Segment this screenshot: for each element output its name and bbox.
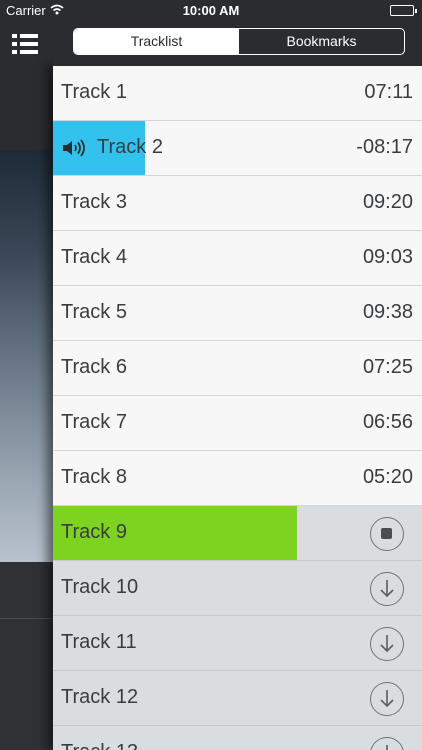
stop-download-icon[interactable] — [370, 517, 404, 551]
track-row[interactable]: Track 13 — [53, 726, 422, 750]
track-duration: 06:56 — [362, 411, 413, 433]
track-name: Track 11 — [61, 631, 137, 653]
download-icon[interactable] — [370, 572, 404, 606]
view-switcher: Tracklist Bookmarks — [73, 28, 405, 55]
track-row[interactable]: Track 12 — [53, 671, 422, 726]
track-row[interactable]: Track 5 09:38 — [53, 286, 422, 341]
track-row[interactable]: Track 2 -08:17 — [53, 121, 422, 176]
track-name: Track 10 — [61, 576, 139, 598]
speaker-icon — [61, 138, 89, 164]
track-name: Track 6 — [61, 356, 127, 378]
album-artwork — [0, 150, 53, 562]
track-name: Track 5 — [61, 301, 127, 323]
track-duration: 05:20 — [362, 466, 413, 488]
track-name: Track 3 — [61, 191, 127, 213]
track-row[interactable]: Track 4 09:03 — [53, 231, 422, 286]
battery-icon — [390, 5, 417, 16]
track-duration: 09:03 — [362, 246, 413, 268]
track-row[interactable]: Track 10 — [53, 561, 422, 616]
track-row[interactable]: Track 7 06:56 — [53, 396, 422, 451]
track-name: Track 12 — [61, 686, 139, 708]
track-name: Track 2 — [97, 136, 163, 158]
player-view-edge[interactable] — [0, 0, 53, 750]
track-list[interactable]: Track 1 07:11 Track 2 -08:17 Track 3 09:20 Tra… — [53, 66, 422, 750]
track-name: Track 13 — [61, 741, 138, 750]
status-time: 10:00 AM — [182, 3, 240, 18]
track-row[interactable]: Track 8 05:20 — [53, 451, 422, 506]
track-name: Track 9 — [61, 521, 127, 543]
track-duration: -08:17 — [356, 136, 413, 158]
track-duration: 09:20 — [362, 191, 413, 213]
app-screen: Carrier 10:00 AM Tracklist Bookmarks Tra… — [0, 0, 422, 750]
track-row[interactable]: Track 11 — [53, 616, 422, 671]
track-duration: 07:11 — [364, 81, 413, 103]
download-icon[interactable] — [370, 737, 404, 750]
tab-bookmarks[interactable]: Bookmarks — [239, 29, 404, 54]
track-duration: 09:38 — [362, 301, 413, 323]
download-icon[interactable] — [370, 627, 404, 661]
track-name: Track 7 — [61, 411, 127, 433]
track-row[interactable]: Track 3 09:20 — [53, 176, 422, 231]
divider — [0, 618, 53, 619]
track-row[interactable]: Track 9 — [53, 506, 422, 561]
tab-tracklist[interactable]: Tracklist — [74, 29, 239, 54]
menu-icon[interactable] — [12, 30, 42, 58]
download-icon[interactable] — [370, 682, 404, 716]
track-duration: 07:25 — [362, 356, 413, 378]
track-row[interactable]: Track 6 07:25 — [53, 341, 422, 396]
status-bar: Carrier 10:00 AM — [0, 0, 422, 22]
track-row[interactable]: Track 1 07:11 — [53, 66, 422, 121]
track-name: Track 4 — [61, 246, 127, 268]
track-name: Track 8 — [61, 466, 127, 488]
track-name: Track 1 — [61, 81, 127, 103]
player-controls-area — [0, 562, 53, 750]
